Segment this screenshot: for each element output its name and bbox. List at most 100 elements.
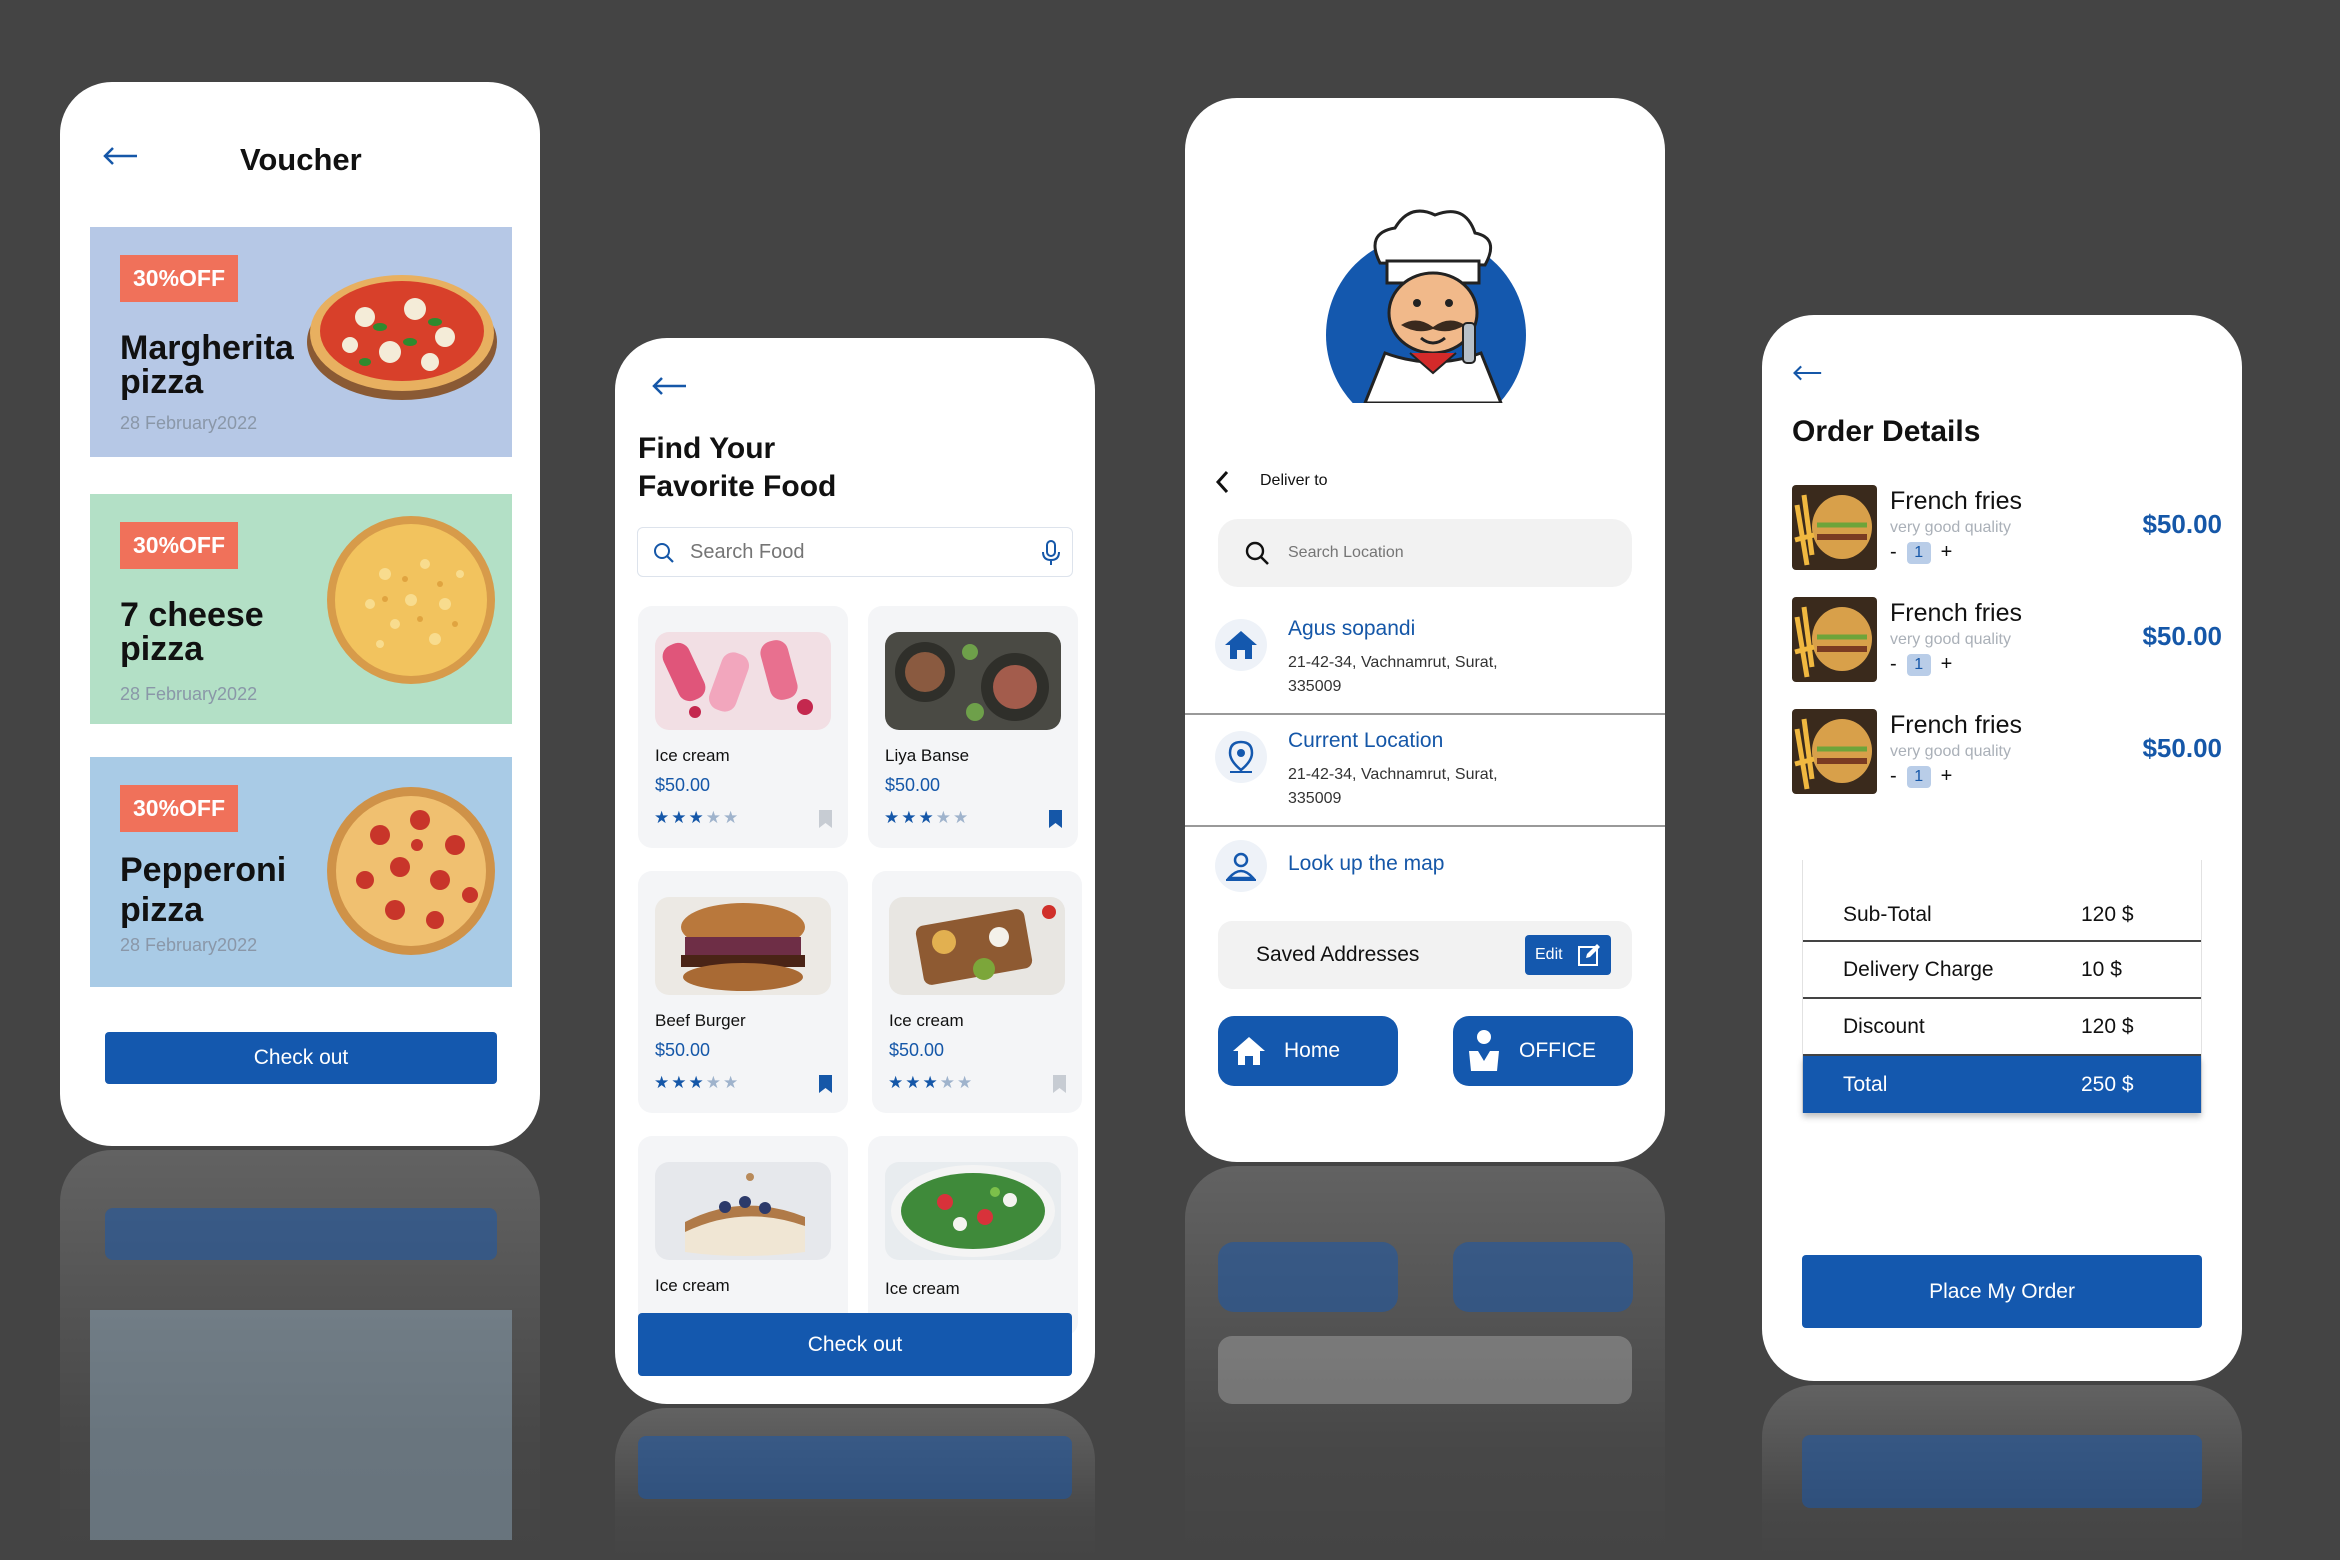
address-row-home[interactable]: Agus sopandi 21-42-34, Vachnamrut, Surat… xyxy=(1185,613,1665,713)
voucher-screen-reflection xyxy=(60,1150,540,1560)
reflection-home xyxy=(1218,1242,1398,1312)
order-details-screen: Order Details French fries very good qua… xyxy=(1762,315,2242,1381)
reflection-office xyxy=(1453,1242,1633,1312)
food-name: Ice cream xyxy=(889,1011,964,1030)
place-order-button[interactable]: Place My Order xyxy=(1802,1255,2202,1328)
quantity-stepper: - 1 + xyxy=(1890,765,1952,788)
search-icon xyxy=(1245,541,1269,565)
rating-stars: ★★★★★ xyxy=(654,808,741,827)
summary-row-delivery: Delivery Charge 10 $ xyxy=(1803,942,2201,999)
location-search-input[interactable] xyxy=(1288,541,1588,565)
search-input[interactable] xyxy=(690,538,1010,566)
bookmark-icon[interactable] xyxy=(819,810,832,828)
discount-badge: 30%OFF xyxy=(120,522,239,569)
summary-label: Delivery Charge xyxy=(1843,957,1994,981)
french-fries-image xyxy=(1792,485,1877,570)
saved-addresses-label: Saved Addresses xyxy=(1256,943,1420,966)
order-item: French fries very good quality - 1 + $50… xyxy=(1792,485,2222,575)
checkout-button[interactable]: Check out xyxy=(638,1313,1072,1376)
discount-badge: 30%OFF xyxy=(120,785,239,832)
checkout-button[interactable]: Check out xyxy=(105,1032,497,1084)
saved-addresses-bar: Saved Addresses Edit xyxy=(1218,921,1632,989)
find-food-screen-reflection xyxy=(615,1408,1095,1560)
look-up-map-row[interactable]: Look up the map xyxy=(1185,838,1665,898)
item-price: $50.00 xyxy=(2142,733,2222,763)
edit-icon xyxy=(1577,944,1600,966)
increase-button[interactable]: + xyxy=(1941,653,1953,676)
food-name: Liya Banse xyxy=(885,746,970,765)
divider xyxy=(1185,713,1665,715)
address-row-current[interactable]: Current Location 21-42-34, Vachnamrut, S… xyxy=(1185,725,1665,825)
page-title-line1: Find Your xyxy=(638,432,776,465)
increase-button[interactable]: + xyxy=(1941,765,1953,788)
food-card[interactable]: Ice cream xyxy=(868,1136,1078,1336)
decrease-button[interactable]: - xyxy=(1890,765,1897,788)
summary-row-discount: Discount 120 $ xyxy=(1803,999,2201,1056)
food-image xyxy=(655,897,831,995)
deliver-to-label: Deliver to xyxy=(1260,472,1328,489)
quantity-value: 1 xyxy=(1906,541,1931,564)
food-name: Ice cream xyxy=(655,1276,730,1295)
home-icon xyxy=(1233,1037,1265,1065)
map-user-icon xyxy=(1215,840,1267,892)
voucher-card-pepperoni[interactable]: 30%OFF Pepperoni pizza 28 February2022 xyxy=(90,757,512,987)
voucher-name-line2: pizza xyxy=(120,630,204,668)
summary-label: Discount xyxy=(1843,1014,1925,1038)
address-title: Current Location xyxy=(1288,729,1444,752)
rating-stars: ★★★★★ xyxy=(888,1073,975,1092)
food-image xyxy=(655,632,831,730)
edit-label: Edit xyxy=(1535,946,1563,963)
search-bar[interactable] xyxy=(637,527,1073,577)
voucher-screen: Voucher 30%OFF Margherita pizza 28 Febru… xyxy=(60,82,540,1146)
food-name: Ice cream xyxy=(655,746,730,765)
increase-button[interactable]: + xyxy=(1941,541,1953,564)
summary-value: 10 $ xyxy=(2081,957,2122,981)
back-arrow-icon[interactable] xyxy=(102,146,138,166)
bookmark-icon[interactable] xyxy=(1053,1075,1066,1093)
voucher-card-margherita[interactable]: 30%OFF Margherita pizza 28 February2022 xyxy=(90,227,512,457)
voucher-date: 28 February2022 xyxy=(120,935,258,955)
item-price: $50.00 xyxy=(2142,509,2222,539)
office-label: OFFICE xyxy=(1519,1039,1596,1062)
voucher-name-line1: 7 cheese xyxy=(120,596,264,634)
microphone-icon[interactable] xyxy=(1040,539,1062,567)
food-image xyxy=(655,1162,831,1260)
quantity-stepper: - 1 + xyxy=(1890,653,1952,676)
edit-button[interactable]: Edit xyxy=(1525,935,1611,975)
address-line1: 21-42-34, Vachnamrut, Surat, xyxy=(1288,654,1498,671)
bookmark-icon[interactable] xyxy=(819,1075,832,1093)
food-card[interactable]: Ice cream $50.00 ★★★★★ xyxy=(872,871,1082,1113)
deliver-screen: Deliver to Agus sopandi 21-42-34, Vachna… xyxy=(1185,98,1665,1162)
home-label: Home xyxy=(1284,1039,1341,1062)
office-address-button[interactable]: OFFICE xyxy=(1453,1016,1633,1086)
order-item: French fries very good quality - 1 + $50… xyxy=(1792,597,2222,687)
back-arrow-icon[interactable] xyxy=(1792,363,1822,383)
reflection-card xyxy=(90,1310,512,1540)
back-arrow-icon[interactable] xyxy=(651,376,687,396)
back-chevron-icon[interactable] xyxy=(1215,470,1229,494)
look-up-map-label: Look up the map xyxy=(1288,852,1445,875)
bookmark-icon[interactable] xyxy=(1049,810,1062,828)
voucher-date: 28 February2022 xyxy=(120,413,258,433)
voucher-date: 28 February2022 xyxy=(120,684,258,704)
pepperoni-pizza-image xyxy=(327,787,495,955)
item-quality: very good quality xyxy=(1890,519,2011,536)
decrease-button[interactable]: - xyxy=(1890,541,1897,564)
reflection-place-order xyxy=(1802,1435,2202,1508)
food-card[interactable]: Ice cream $50.00 ★★★★★ xyxy=(638,606,848,848)
item-name: French fries xyxy=(1890,487,2022,515)
reflection-checkout xyxy=(105,1208,497,1260)
food-card[interactable]: Ice cream xyxy=(638,1136,848,1336)
food-card[interactable]: Beef Burger $50.00 ★★★★★ xyxy=(638,871,848,1113)
reflection-checkout xyxy=(638,1436,1072,1499)
voucher-name-line2: pizza xyxy=(120,891,204,929)
find-food-screen: Find Your Favorite Food Ice cream $50.00… xyxy=(615,338,1095,1404)
food-image xyxy=(885,1162,1061,1260)
home-address-button[interactable]: Home xyxy=(1218,1016,1398,1086)
decrease-button[interactable]: - xyxy=(1890,653,1897,676)
location-search-bar[interactable] xyxy=(1218,519,1632,587)
order-summary-table: Sub-Total 120 $ Delivery Charge 10 $ Dis… xyxy=(1802,860,2202,1113)
address-line1: 21-42-34, Vachnamrut, Surat, xyxy=(1288,766,1498,783)
voucher-card-7-cheese[interactable]: 30%OFF 7 cheese pizza 28 February2022 xyxy=(90,494,512,724)
food-card[interactable]: Liya Banse $50.00 ★★★★★ xyxy=(868,606,1078,848)
